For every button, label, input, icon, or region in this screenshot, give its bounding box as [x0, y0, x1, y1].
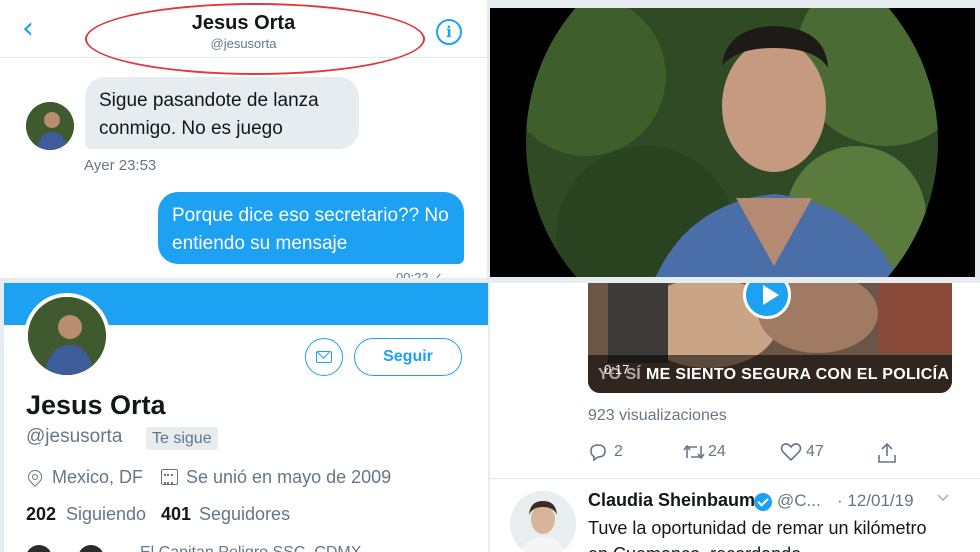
share-icon — [878, 442, 896, 463]
chevron-down-icon[interactable] — [937, 491, 949, 503]
tweet-panel: YO SÍ 0:17 ME SIENTO SEGURA CON EL POLIC… — [490, 283, 980, 552]
calendar-icon — [161, 469, 178, 485]
followers-label[interactable]: Seguidores — [199, 504, 290, 525]
follow-button[interactable]: Seguir — [354, 338, 462, 376]
following-label[interactable]: Siguiendo — [66, 504, 146, 525]
tweet-author-handle[interactable]: @C... — [777, 491, 821, 511]
info-icon[interactable]: i — [436, 19, 462, 45]
followers-count[interactable]: 401 — [161, 504, 191, 525]
tweet-date[interactable]: · 12/01/19 — [837, 491, 914, 511]
red-highlight-oval — [85, 3, 425, 75]
followed-by-avatars — [26, 545, 126, 552]
avatar[interactable] — [510, 491, 576, 552]
screenshot-collage: ‹ Jesus Orta @jesusorta i Sigue pasandot… — [0, 0, 980, 552]
message-button[interactable] — [305, 338, 343, 376]
profile-handle: @jesusorta — [26, 426, 123, 447]
message-timestamp-partial: 00:22 ✓ — [396, 270, 444, 278]
video-caption-text: ME SIENTO SEGURA CON EL POLICÍA — [646, 366, 950, 383]
like-count: 47 — [806, 443, 824, 460]
heart-icon — [780, 443, 802, 462]
divider — [490, 478, 980, 479]
profile-location: Mexico, DF — [52, 467, 144, 487]
retweet-icon — [683, 444, 705, 460]
video-duration: 0:17 — [604, 362, 630, 377]
photo-panel — [490, 8, 975, 277]
dm-panel: ‹ Jesus Orta @jesusorta i Sigue pasandot… — [0, 0, 487, 278]
view-count: 923 visualizaciones — [588, 407, 727, 424]
tweet-author-name[interactable]: Claudia Sheinbaum — [588, 490, 755, 511]
reply-icon — [590, 444, 606, 462]
verified-icon — [754, 493, 772, 511]
retweet-count: 24 — [708, 443, 726, 460]
avatar[interactable] — [26, 102, 74, 150]
envelope-icon — [316, 351, 332, 363]
profile-avatar[interactable] — [24, 293, 110, 379]
profile-joined-date: Se unió en mayo de 2009 — [186, 467, 392, 487]
followed-by-text[interactable]: El Capitan Peligro SSC_CDMX — [140, 544, 361, 552]
dm-header: ‹ Jesus Orta @jesusorta i — [0, 0, 487, 75]
tweet-text: Tuve la oportunidad de remar un kilómetr… — [588, 518, 927, 552]
reply-count: 2 — [614, 443, 623, 460]
follows-you-badge: Te sigue — [146, 427, 218, 450]
location-pin-icon — [25, 467, 45, 487]
video-thumbnail[interactable]: YO SÍ 0:17 ME SIENTO SEGURA CON EL POLIC… — [588, 283, 952, 393]
following-count[interactable]: 202 — [26, 504, 56, 525]
profile-panel: Seguir Jesus Orta @jesusorta Te sigue Me… — [4, 283, 488, 552]
message-timestamp: Ayer 23:53 — [84, 157, 157, 174]
outgoing-message-bubble[interactable]: Porque dice eso secretario?? No entiendo… — [158, 192, 464, 264]
profile-photo — [526, 8, 938, 277]
profile-name: Jesus Orta — [26, 390, 166, 420]
incoming-message-bubble[interactable]: Sigue pasandote de lanza conmigo. No es … — [85, 77, 359, 149]
